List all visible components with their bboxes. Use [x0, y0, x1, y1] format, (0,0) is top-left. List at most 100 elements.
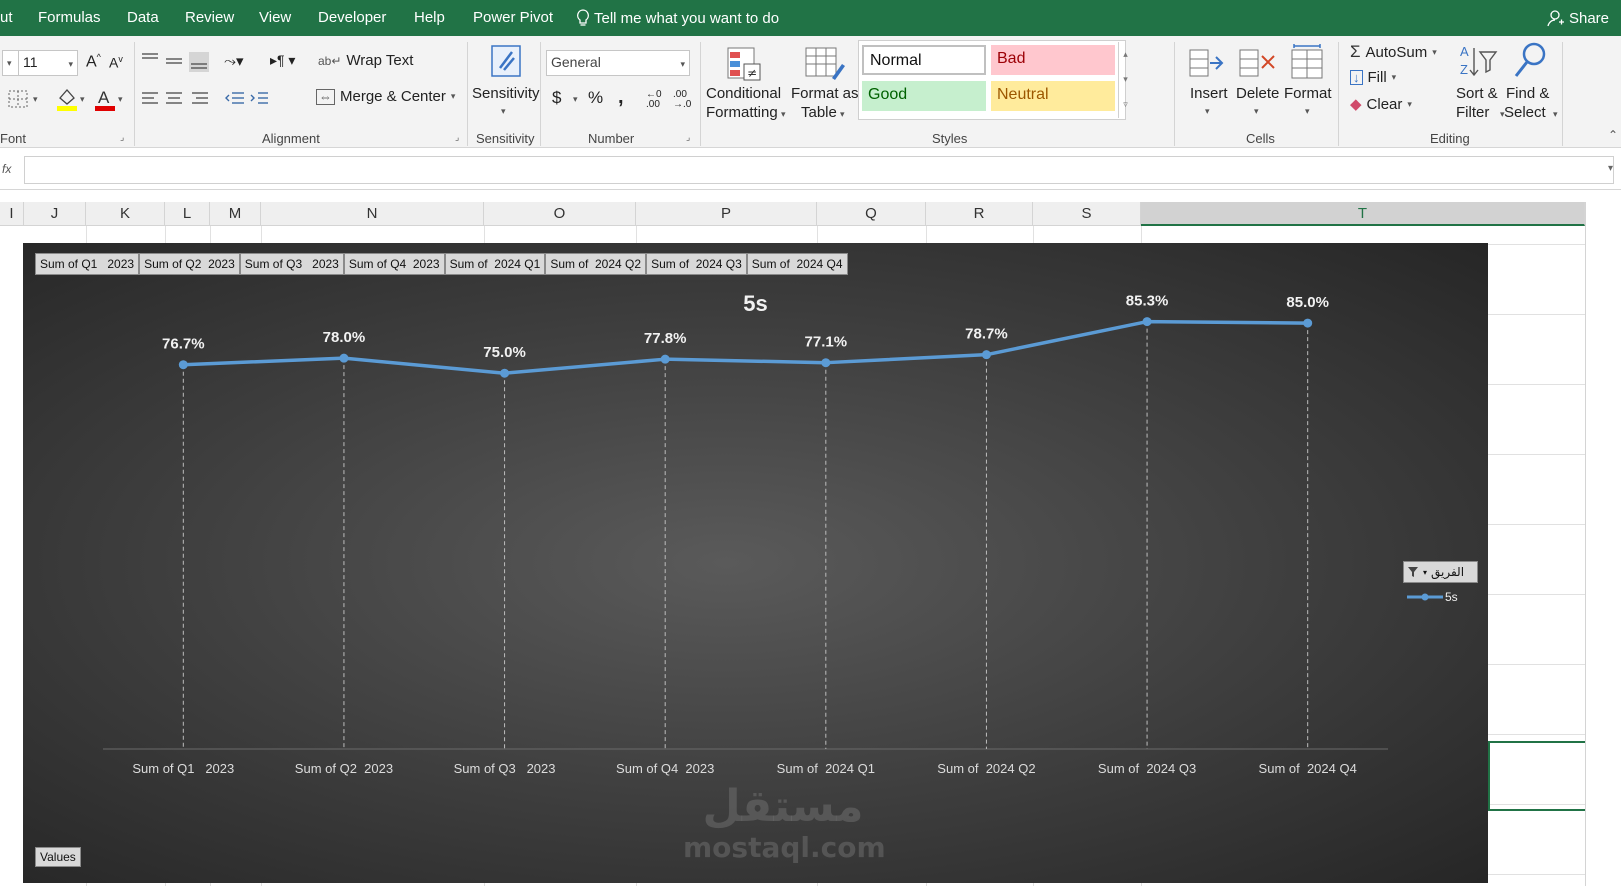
find-select-icon[interactable]: [1510, 40, 1550, 82]
column-header[interactable]: P: [636, 202, 817, 226]
legend-entry[interactable]: 5s: [1407, 590, 1458, 604]
insert-function-icon[interactable]: fx: [2, 162, 11, 176]
menu-view-tab[interactable]: View: [259, 9, 291, 26]
lightbulb-icon: [577, 9, 589, 26]
data-label: 76.7%: [162, 336, 205, 353]
column-header[interactable]: O: [484, 202, 636, 226]
svg-text:≠: ≠: [747, 66, 757, 80]
percent-button[interactable]: %: [588, 88, 603, 108]
data-point[interactable]: [1303, 318, 1313, 328]
decrease-decimal-icon[interactable]: .00 →.0: [673, 90, 691, 110]
column-header[interactable]: S: [1033, 202, 1141, 226]
vertical-align-icons[interactable]: [140, 50, 210, 72]
styles-gallery-scroll[interactable]: ▴ ▾ ▿: [1118, 42, 1132, 118]
pivot-chart[interactable]: Sum of Q1 2023 Sum of Q2 2023 Sum of Q3 …: [23, 243, 1488, 883]
column-header[interactable]: L: [165, 202, 210, 226]
data-point[interactable]: [660, 354, 670, 364]
insert-cells-icon[interactable]: [1188, 44, 1228, 82]
column-header[interactable]: K: [86, 202, 165, 226]
x-tick-label: Sum of 2024 Q4: [1259, 761, 1357, 776]
delete-button[interactable]: Delete: [1236, 85, 1279, 102]
sort-filter-label2[interactable]: Filter: [1456, 104, 1489, 121]
column-header[interactable]: I: [0, 202, 24, 226]
sort-filter-icon[interactable]: AZ: [1458, 42, 1498, 82]
menu-review-tab[interactable]: Review: [185, 9, 234, 26]
legend-series-name: 5s: [1445, 590, 1458, 604]
style-neutral[interactable]: Neutral: [991, 81, 1115, 111]
legend-line-marker: [1407, 593, 1443, 601]
selected-cell[interactable]: [1488, 741, 1587, 811]
increase-font-icon[interactable]: A^: [86, 52, 101, 71]
data-label: 77.8%: [644, 330, 687, 347]
menu-data-tab[interactable]: Data: [127, 9, 159, 26]
data-point[interactable]: [1142, 317, 1152, 327]
find-select-label[interactable]: Find &: [1506, 85, 1549, 102]
format-as-table-icon[interactable]: [804, 44, 846, 84]
cells-group-label: Cells: [1246, 131, 1275, 146]
increase-decimal-icon[interactable]: ←0.00: [646, 90, 662, 110]
sort-filter-label[interactable]: Sort &: [1456, 85, 1498, 102]
column-header[interactable]: N: [261, 202, 484, 226]
format-button[interactable]: Format: [1284, 85, 1332, 102]
orientation-icon[interactable]: ⤳▾: [224, 52, 244, 70]
column-header[interactable]: M: [210, 202, 261, 226]
column-header[interactable]: R: [926, 202, 1033, 226]
style-good[interactable]: Good: [862, 81, 986, 111]
font-color-icon[interactable]: A: [94, 86, 116, 112]
menu-layout-tab[interactable]: ut: [0, 9, 13, 26]
data-point[interactable]: [500, 368, 510, 378]
format-as-table-label[interactable]: Format as: [791, 85, 859, 102]
svg-text:Z: Z: [1460, 62, 1468, 77]
number-format-dropdown[interactable]: General ▾: [546, 50, 690, 76]
formula-input[interactable]: [24, 156, 1614, 184]
fill-button[interactable]: ↓ Fill ▾: [1350, 69, 1396, 86]
autosum-button[interactable]: Σ AutoSum ▾: [1350, 42, 1437, 62]
data-point[interactable]: [821, 358, 831, 368]
sensitivity-icon[interactable]: [486, 42, 526, 82]
currency-button[interactable]: $: [552, 88, 561, 108]
format-cells-icon[interactable]: [1288, 42, 1328, 82]
find-select-label2[interactable]: Select: [1504, 104, 1546, 121]
delete-cells-icon[interactable]: [1238, 44, 1278, 82]
comma-button[interactable]: ,: [618, 86, 624, 109]
fill-color-icon[interactable]: [56, 86, 78, 112]
menu-developer-tab[interactable]: Developer: [318, 9, 386, 26]
data-point[interactable]: [178, 360, 188, 370]
tell-me-box[interactable]: Tell me what you want to do: [576, 9, 779, 27]
conditional-formatting-label2[interactable]: Formatting: [706, 104, 778, 121]
borders-icon[interactable]: [8, 90, 30, 108]
wrap-text-button[interactable]: ab↵ Wrap Text: [318, 52, 413, 69]
text-direction-icon[interactable]: ▸¶ ▾: [270, 52, 295, 69]
data-point[interactable]: [339, 353, 349, 363]
menu-power-pivot-tab[interactable]: Power Pivot: [473, 9, 553, 26]
font-size-dropdown[interactable]: 11 ▾: [18, 50, 78, 76]
data-point[interactable]: [981, 350, 991, 360]
conditional-formatting-label[interactable]: Conditional: [706, 85, 781, 102]
menu-formulas-tab[interactable]: Formulas: [38, 9, 101, 26]
sensitivity-button[interactable]: Sensitivity: [472, 85, 540, 102]
style-normal[interactable]: Normal: [862, 45, 986, 75]
expand-formula-icon[interactable]: ▾: [1608, 163, 1613, 174]
merge-center-button[interactable]: ⇔ Merge & Center ▾: [316, 88, 455, 105]
values-field-button[interactable]: Values: [35, 847, 81, 867]
horizontal-align-icons[interactable]: [140, 90, 210, 108]
decrease-font-icon[interactable]: Av: [109, 54, 123, 71]
column-header[interactable]: J: [24, 202, 86, 226]
column-header[interactable]: Q: [817, 202, 926, 226]
format-as-table-label2[interactable]: Table: [801, 104, 837, 121]
vertical-scrollbar[interactable]: [1585, 202, 1621, 886]
wrap-text-icon: ab↵: [318, 53, 342, 68]
menu-help-tab[interactable]: Help: [414, 9, 445, 26]
legend-filter-button[interactable]: ▾ الفريق: [1403, 561, 1478, 583]
share-button[interactable]: Share: [1547, 9, 1609, 27]
x-tick-label: Sum of Q1 2023: [132, 761, 234, 776]
number-group-label: Number: [588, 131, 635, 146]
collapse-ribbon-icon[interactable]: ⌃: [1608, 128, 1618, 142]
svg-text:A: A: [98, 88, 110, 107]
insert-button[interactable]: Insert: [1190, 85, 1228, 102]
indent-icons[interactable]: [224, 90, 270, 108]
style-bad[interactable]: Bad: [991, 45, 1115, 75]
conditional-formatting-icon[interactable]: ≠: [726, 44, 764, 84]
column-header-selected[interactable]: T: [1141, 202, 1585, 226]
clear-button[interactable]: ◆ Clear ▾: [1350, 95, 1412, 114]
